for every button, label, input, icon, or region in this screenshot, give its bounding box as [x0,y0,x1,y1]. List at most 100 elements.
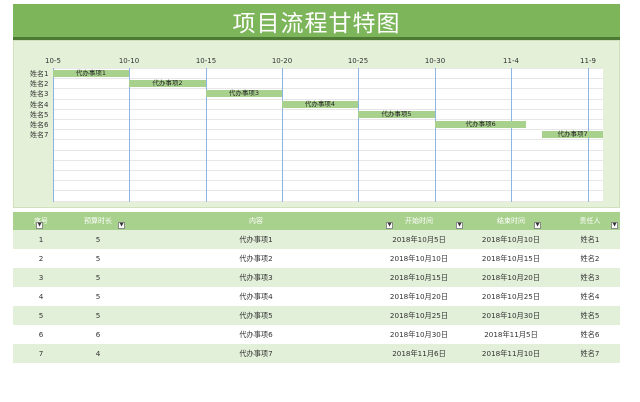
gantt-row-name: 姓名7 [30,131,49,140]
table-cell[interactable]: 姓名5 [565,306,615,325]
table-row[interactable]: 3 5 代办事项3 2018年10月15日 2018年10月20日 姓名3 [13,268,620,287]
table-cell[interactable]: 5 [58,306,138,325]
table-cell[interactable]: 姓名2 [565,249,615,268]
gantt-row-name: 姓名1 [30,70,49,78]
gantt-task-bar: 代办事项7 [541,131,604,139]
gantt-grid-row-line [53,170,603,171]
gantt-grid [53,68,603,202]
table-cell[interactable]: 代办事项5 [196,306,316,325]
table-cell[interactable]: 2018年10月10日 [471,230,551,249]
table-cell[interactable]: 1 [21,230,61,249]
table-cell[interactable]: 2018年10月20日 [359,287,479,306]
table-cell[interactable]: 2018年11月6日 [359,344,479,363]
gantt-grid-row-line [53,78,603,80]
gantt-task-bar: 代办事项3 [206,90,282,98]
table-cell[interactable]: 2018年10月15日 [471,249,551,268]
table-header: 序号 ▼ 预算时长 ▼ 内容 ▼ 开始时间 ▼ 结束时间 ▼ 责任人 ▼ [13,212,620,230]
table-cell[interactable]: 5 [58,230,138,249]
table-cell[interactable]: 5 [21,306,61,325]
filter-dropdown-button[interactable]: ▼ [36,222,43,229]
gantt-task-bar: 代办事项4 [282,100,358,108]
table-cell[interactable]: 5 [58,249,138,268]
table-cell[interactable]: 2018年10月10日 [359,249,479,268]
gantt-grid-date-line [435,68,436,202]
gantt-grid-row-line [53,180,603,182]
gantt-grid-date-line [282,68,283,202]
table-cell[interactable]: 2018年10月25日 [471,287,551,306]
table-cell[interactable]: 代办事项1 [196,230,316,249]
gantt-grid-row-line [53,88,603,90]
gantt-date-tick: 10-5 [45,57,61,65]
gantt-grid-row-line [53,129,603,131]
table-cell[interactable]: 2018年10月5日 [359,230,479,249]
table-cell[interactable]: 2 [21,249,61,268]
table-cell[interactable]: 6 [21,325,61,344]
table-cell[interactable]: 姓名4 [565,287,615,306]
gantt-grid-row-line [53,68,603,69]
table-cell[interactable]: 2018年10月15日 [359,268,479,287]
table-cell[interactable]: 5 [58,268,138,287]
gantt-row-name: 姓名4 [30,100,49,109]
table-cell[interactable]: 6 [58,325,138,344]
gantt-title: 项目流程甘特图 [13,4,620,37]
table-cell[interactable]: 4 [58,344,138,363]
gantt-grid-row-line [53,159,603,161]
gantt-date-tick: 11-9 [580,57,596,65]
filter-dropdown-button[interactable]: ▼ [118,222,125,229]
column-header: 内容 [249,217,263,225]
gantt-row-name: 姓名2 [30,80,49,89]
column-header: 责任人 [579,217,601,225]
table-cell[interactable]: 姓名7 [565,344,615,363]
gantt-task-bar: 代办事项1 [53,70,129,77]
filter-dropdown-button[interactable]: ▼ [534,222,541,229]
table-cell[interactable]: 2018年11月10日 [471,344,551,363]
table-cell[interactable]: 2018年10月30日 [359,325,479,344]
table-cell[interactable]: 7 [21,344,61,363]
table-row[interactable]: 7 4 代办事项7 2018年11月6日 2018年11月10日 姓名7 [13,344,620,363]
table-cell[interactable]: 5 [58,287,138,306]
gantt-grid-row-line [53,139,603,141]
gantt-grid-row-line [53,149,603,151]
gantt-date-tick: 10-30 [424,57,446,65]
table-cell[interactable]: 姓名6 [565,325,615,344]
gantt-grid-date-line [206,68,207,202]
gantt-grid-row-line [53,108,603,110]
table-cell[interactable]: 代办事项6 [196,325,316,344]
table-cell[interactable]: 代办事项2 [196,249,316,268]
table-cell[interactable]: 姓名3 [565,268,615,287]
gantt-grid-date-line [129,68,130,202]
gantt-task-bar: 代办事项6 [435,121,527,128]
table-row[interactable]: 5 5 代办事项5 2018年10月25日 2018年10月30日 姓名5 [13,306,620,325]
gantt-grid-row-line [53,200,603,202]
gantt-grid-date-line [511,68,512,202]
table-cell[interactable]: 姓名1 [565,230,615,249]
gantt-date-tick: 10-15 [195,57,217,65]
gantt-grid-date-line [358,68,359,202]
gantt-task-bar: 代办事项5 [358,110,435,118]
gantt-task-bar: 代办事项2 [129,80,206,88]
gantt-grid-date-line [53,68,54,202]
gantt-date-tick: 10-10 [118,57,140,65]
gantt-date-tick: 10-25 [347,57,369,65]
table-row[interactable]: 1 5 代办事项1 2018年10月5日 2018年10月10日 姓名1 [13,230,620,249]
table-cell[interactable]: 2018年10月20日 [471,268,551,287]
table-cell[interactable]: 代办事项4 [196,287,316,306]
table-cell[interactable]: 2018年10月30日 [471,306,551,325]
gantt-row-name: 姓名6 [30,121,49,129]
filter-dropdown-button[interactable]: ▼ [611,222,618,229]
table-cell[interactable]: 代办事项3 [196,268,316,287]
table-cell[interactable]: 2018年11月5日 [471,325,551,344]
table-row[interactable]: 6 6 代办事项6 2018年10月30日 2018年11月5日 姓名6 [13,325,620,344]
table-cell[interactable]: 代办事项7 [196,344,316,363]
table-cell[interactable]: 3 [21,268,61,287]
gantt-row-name: 姓名5 [30,110,49,119]
table-cell[interactable]: 2018年10月25日 [359,306,479,325]
filter-dropdown-button[interactable]: ▼ [456,222,463,229]
gantt-grid-row-line [53,119,603,120]
gantt-date-tick: 10-20 [271,57,293,65]
table-cell[interactable]: 4 [21,287,61,306]
gantt-row-name: 姓名3 [30,90,49,99]
table-row[interactable]: 4 5 代办事项4 2018年10月20日 2018年10月25日 姓名4 [13,287,620,306]
table-row[interactable]: 2 5 代办事项2 2018年10月10日 2018年10月15日 姓名2 [13,249,620,268]
gantt-grid-row-line [53,190,603,192]
